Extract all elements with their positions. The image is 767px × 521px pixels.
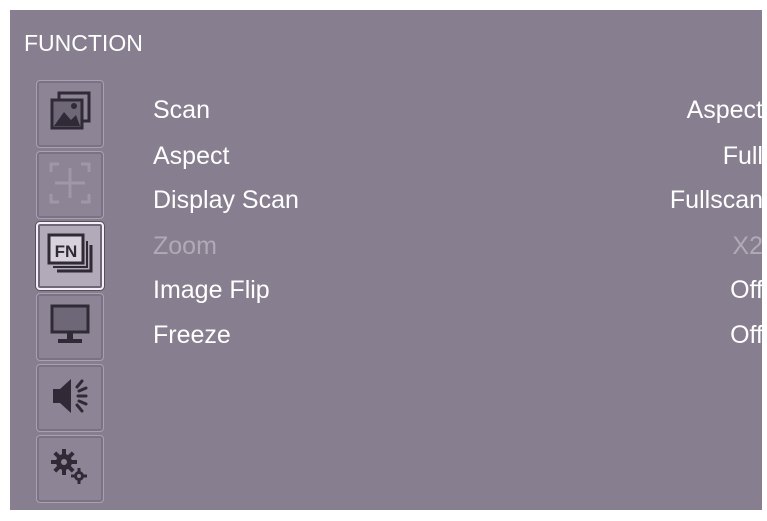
menu-item-label: Scan: [153, 96, 210, 124]
menu-item-label: Image Flip: [153, 276, 270, 304]
menu-item-zoom: Zoom X2: [153, 228, 763, 270]
function-menu-list: Scan Aspect Aspect Full Display Scan Ful…: [10, 10, 763, 510]
menu-item-scan[interactable]: Scan Aspect: [153, 92, 763, 134]
menu-item-value: Full: [722, 142, 763, 170]
menu-item-freeze[interactable]: Freeze Off: [153, 317, 763, 359]
osd-menu-panel: FUNCTION FN Scan Aspect Aspect Full Disp…: [10, 10, 763, 510]
menu-item-label: Zoom: [153, 232, 217, 260]
menu-item-value: Off: [730, 276, 763, 304]
menu-item-value: Off: [730, 321, 763, 349]
menu-item-label: Freeze: [153, 321, 231, 349]
menu-item-image-flip[interactable]: Image Flip Off: [153, 272, 763, 314]
menu-item-display-scan[interactable]: Display Scan Fullscan: [153, 182, 763, 224]
menu-item-value: Aspect: [686, 96, 763, 124]
menu-item-value: Fullscan: [669, 186, 763, 214]
menu-item-label: Display Scan: [153, 186, 299, 214]
menu-item-value: X2: [732, 232, 763, 260]
menu-item-aspect[interactable]: Aspect Full: [153, 138, 763, 180]
menu-item-label: Aspect: [153, 142, 230, 170]
